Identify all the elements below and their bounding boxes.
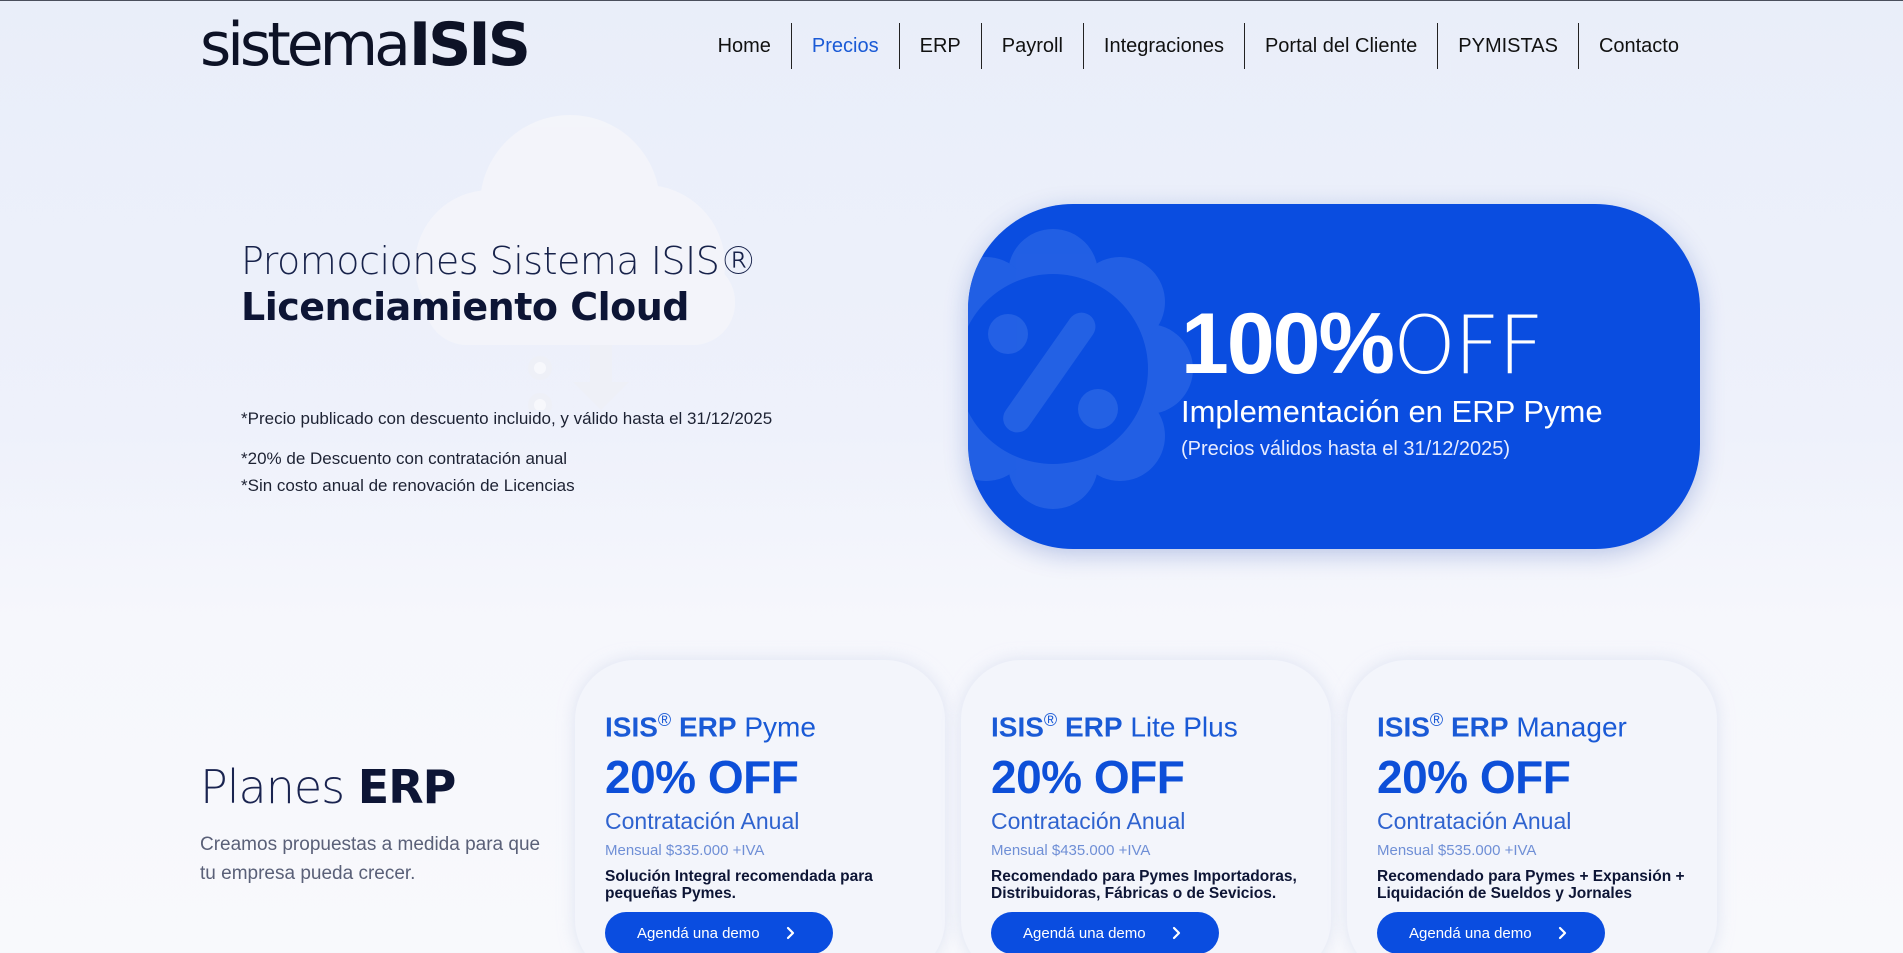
plan-monthly-price: Mensual $335.000 +IVA [605, 842, 765, 859]
plan-card-manager: ISIS® ERP Manager 20% OFF Contratación A… [1347, 660, 1717, 953]
button-label: Agendá una demo [1023, 924, 1146, 942]
promo-subtitle: Implementación en ERP Pyme [1181, 394, 1603, 429]
nav-portal-del-cliente[interactable]: Portal del Cliente [1243, 23, 1437, 69]
top-border [0, 0, 1903, 1]
nav-erp[interactable]: ERP [898, 23, 981, 69]
hero-note-renewal: *Sin costo anual de renovación de Licenc… [241, 476, 575, 495]
chevron-right-icon [786, 926, 795, 940]
plan-name: ISIS® ERP Manager [1377, 710, 1627, 743]
plan-description: Solución Integral recomendada para peque… [605, 868, 873, 902]
nav-pymistas[interactable]: PYMISTAS [1437, 23, 1578, 69]
hero-notes: *Precio publicado con descuento incluido… [241, 405, 772, 499]
hero-note-discount: *20% de Descuento con contratación anual [241, 449, 568, 468]
plan-description: Recomendado para Pymes Importadoras, Dis… [991, 868, 1297, 902]
planes-title-bold: ERP [357, 760, 457, 814]
plan-name: ISIS® ERP Pyme [605, 710, 816, 743]
planes-title-light: Planes [200, 760, 358, 814]
hero-note-price: *Precio publicado con descuento incluido… [241, 409, 773, 428]
agenda-demo-button[interactable]: Agendá una demo [605, 912, 833, 953]
logo-light-text: sistema [200, 10, 411, 80]
hero-title-line2: Licenciamiento Cloud [241, 285, 690, 329]
agenda-demo-button[interactable]: Agendá una demo [991, 912, 1219, 953]
plan-discount: 20% OFF [605, 751, 799, 803]
plan-monthly-price: Mensual $435.000 +IVA [991, 842, 1151, 859]
chevron-right-icon [1558, 926, 1567, 940]
plan-monthly-price: Mensual $535.000 +IVA [1377, 842, 1537, 859]
promo-off: OFF [1392, 299, 1544, 392]
nav-contacto[interactable]: Contacto [1577, 23, 1699, 69]
promo-headline: 100%OFF [1181, 296, 1544, 394]
nav-integraciones[interactable]: Integraciones [1082, 23, 1244, 69]
plan-contract: Contratación Anual [1377, 808, 1572, 834]
nav-payroll[interactable]: Payroll [980, 23, 1083, 69]
plan-card-lite-plus: ISIS® ERP Lite Plus 20% OFF Contratación… [961, 660, 1331, 953]
button-label: Agendá una demo [637, 924, 760, 942]
chevron-right-icon [1172, 926, 1181, 940]
planes-description: Creamos propuestas a medida para que tu … [200, 834, 541, 884]
promo-percent: 100% [1181, 296, 1395, 392]
plan-contract: Contratación Anual [605, 808, 800, 834]
hero-title: Promociones Sistema ISIS® Licenciamiento… [241, 238, 757, 330]
nav-home[interactable]: Home [698, 23, 791, 69]
nav-precios[interactable]: Precios [790, 23, 899, 69]
button-label: Agendá una demo [1409, 924, 1532, 942]
main-nav: Home Precios ERP Payroll Integraciones P… [698, 23, 1699, 69]
plan-contract: Contratación Anual [991, 808, 1186, 834]
discount-badge-icon [968, 229, 1193, 509]
agenda-demo-button[interactable]: Agendá una demo [1377, 912, 1605, 953]
sistema-isis-logo[interactable]: sistema ISIS [200, 10, 531, 80]
plan-discount: 20% OFF [1377, 751, 1571, 803]
plan-name: ISIS® ERP Lite Plus [991, 710, 1238, 743]
plan-discount: 20% OFF [991, 751, 1185, 803]
planes-title: Planes ERP [200, 760, 457, 814]
logo-bold-text: ISIS [408, 10, 531, 80]
plan-description: Recomendado para Pymes + Expansión + Liq… [1377, 868, 1685, 902]
promo-banner: 100%OFF Implementación en ERP Pyme (Prec… [968, 204, 1700, 549]
promo-validity-note: (Precios válidos hasta el 31/12/2025) [1181, 438, 1511, 460]
plan-card-pyme: ISIS® ERP Pyme 20% OFF Contratación Anua… [575, 660, 945, 953]
hero-title-line1: Promociones Sistema ISIS® [241, 239, 757, 283]
